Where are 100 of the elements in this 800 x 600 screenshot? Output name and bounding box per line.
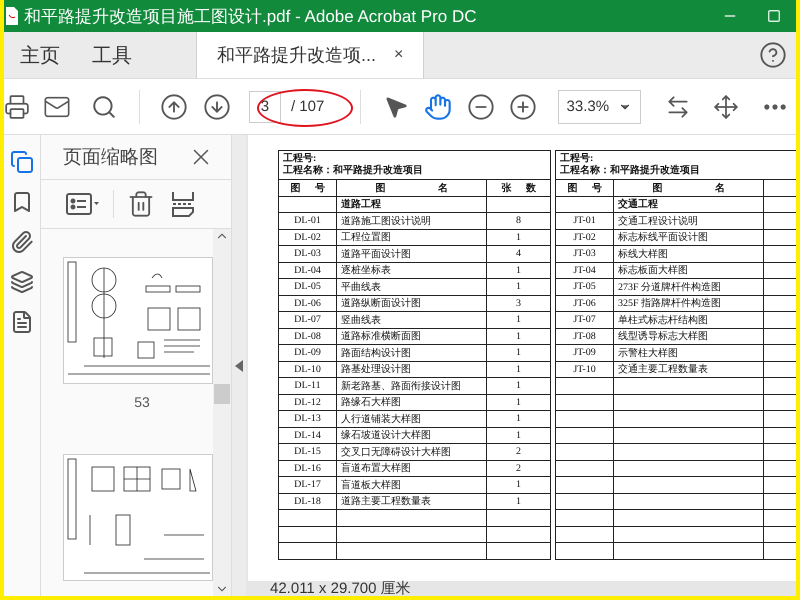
column-header: 图 名 — [336, 180, 486, 196]
table-cell: 3 — [486, 295, 551, 312]
table-cell: JT-06 — [556, 295, 614, 312]
window-title: 和平路提升改造项目施工图设计.pdf - Adobe Acrobat Pro DC — [24, 6, 478, 28]
collapse-arrow-icon[interactable] — [235, 360, 243, 372]
table-cell: 线型诱导标志大样图 — [614, 328, 764, 344]
table-cell: 8 — [486, 212, 551, 229]
table-cell: 道路标准横断面图 — [336, 328, 486, 344]
table-cell: 标志板面大样图 — [614, 262, 764, 278]
close-tab-button[interactable]: × — [394, 46, 404, 64]
table-cell: 道路纵断面设计图 — [336, 295, 486, 312]
table-cell: 交通工程设计说明 — [614, 212, 764, 229]
table-cell: 道路施工图设计说明 — [336, 212, 486, 229]
table-cell: JT-03 — [556, 246, 614, 262]
scrollbar-thumb[interactable] — [214, 384, 230, 404]
nav-tab[interactable]: 工具 — [76, 32, 148, 78]
page-number-field[interactable]: 3 — [248, 90, 281, 122]
table-cell: 路基处理设计图 — [336, 361, 486, 378]
table-cell: 人行道铺装大样图 — [336, 410, 486, 427]
table-cell: DL-02 — [278, 229, 336, 246]
table-cell: DL-18 — [278, 493, 336, 510]
table-cell: DL-01 — [278, 212, 336, 229]
table-cell: 2 — [486, 460, 551, 476]
project-name-label: 工程名称：和平路提升改造项目 — [283, 165, 424, 177]
table-cell: JT-09 — [556, 344, 614, 361]
table-cell: JT-01 — [556, 212, 614, 229]
column-header: 图 号 — [556, 180, 614, 196]
table-cell: 缘石坡道设计大样图 — [336, 427, 486, 444]
table-cell: DL-13 — [278, 410, 336, 427]
table-cell: 1 — [486, 476, 551, 493]
table-cell: 道路平面设计图 — [336, 246, 486, 262]
table-cell: 交通主要工程数量表 — [614, 361, 764, 378]
table-cell: DL-15 — [278, 444, 336, 460]
table-cell: 盲道板大样图 — [336, 476, 486, 493]
nav-tab[interactable]: 和平路提升改造项... × — [196, 32, 424, 78]
table-cell: DL-14 — [278, 427, 336, 444]
table-cell: 1 — [486, 312, 551, 328]
table-cell: 新老路基、路面衔接设计图 — [336, 378, 486, 394]
table-cell: JT-04 — [556, 262, 614, 278]
column-header: 图 号 — [278, 180, 336, 196]
table-cell: 平曲线表 — [336, 278, 486, 295]
table-cell: 单柱式标志杆结构图 — [614, 312, 764, 328]
vertical-scrollbar[interactable] — [213, 229, 231, 596]
nav-tab[interactable]: 主页 — [4, 32, 76, 78]
table-cell: DL-03 — [278, 246, 336, 262]
table-cell: 325F 指路牌杆件构造图 — [614, 295, 764, 312]
table-cell: 1 — [486, 427, 551, 444]
table-cell: DL-06 — [278, 295, 336, 312]
table-cell: 逐桩坐标表 — [336, 262, 486, 278]
table-cell: 1 — [486, 394, 551, 410]
table-cell: JT-10 — [556, 361, 614, 378]
pdf-file-icon — [6, 7, 18, 25]
page-size-label: 42.011 x 29.700 厘米 — [270, 581, 411, 596]
table-cell: 路缘石大样图 — [336, 394, 486, 410]
maximize-icon[interactable] — [767, 9, 781, 23]
table-cell: 标线大样图 — [614, 246, 764, 262]
table-cell: DL-09 — [278, 344, 336, 361]
zoom-dropdown[interactable]: 33.3% — [558, 90, 641, 124]
table-cell: 1 — [486, 262, 551, 278]
table-cell: JT-07 — [556, 312, 614, 328]
project-number-label: 工程号: — [283, 153, 318, 164]
column-header: 图 名 — [614, 180, 764, 196]
table-cell: 示警柱大样图 — [614, 344, 764, 361]
project-number-label: 工程号: — [560, 153, 594, 164]
table-cell: 工程位置图 — [336, 229, 486, 246]
page-count: / 107 — [290, 98, 324, 115]
table-cell: 1 — [486, 328, 551, 344]
table-cell: DL-17 — [278, 476, 336, 493]
table-cell: DL-11 — [278, 378, 336, 394]
table-cell: 1 — [486, 278, 551, 295]
table-cell: DL-16 — [278, 460, 336, 476]
table-cell: 2 — [486, 444, 551, 460]
table-cell: 273F 分道牌杆件构造图 — [614, 278, 764, 295]
table-cell: 1 — [486, 361, 551, 378]
column-header: 张 数 — [486, 180, 551, 196]
table-cell: JT-05 — [556, 278, 614, 295]
table-cell: DL-05 — [278, 278, 336, 295]
table-cell: 标志标线平面设计图 — [614, 229, 764, 246]
table-cell: DL-08 — [278, 328, 336, 344]
table-cell: DL-12 — [278, 394, 336, 410]
table-cell: 路面结构设计图 — [336, 344, 486, 361]
table-cell: 道路主要工程数量表 — [336, 493, 486, 510]
page-number-label: 53 — [134, 394, 150, 410]
category-cell: 道路工程 — [336, 196, 486, 212]
table-cell: DL-10 — [278, 361, 336, 378]
table-cell: 竖曲线表 — [336, 312, 486, 328]
table-cell: DL-04 — [278, 262, 336, 278]
table-cell: 交叉口无障碍设计大样图 — [336, 444, 486, 460]
table-cell: JT-08 — [556, 328, 614, 344]
category-cell: 交通工程 — [614, 196, 764, 212]
table-cell: 4 — [486, 246, 551, 262]
table-cell: 1 — [486, 378, 551, 394]
table-cell: JT-02 — [556, 229, 614, 246]
table-cell: 1 — [486, 229, 551, 246]
panel-title: 页面缩略图 — [63, 146, 158, 170]
table-cell: 1 — [486, 493, 551, 510]
table-cell: 1 — [486, 410, 551, 427]
table-cell: 1 — [486, 344, 551, 361]
project-name-label: 工程名称：和平路提升改造项目 — [560, 165, 702, 177]
table-cell: DL-07 — [278, 312, 336, 328]
